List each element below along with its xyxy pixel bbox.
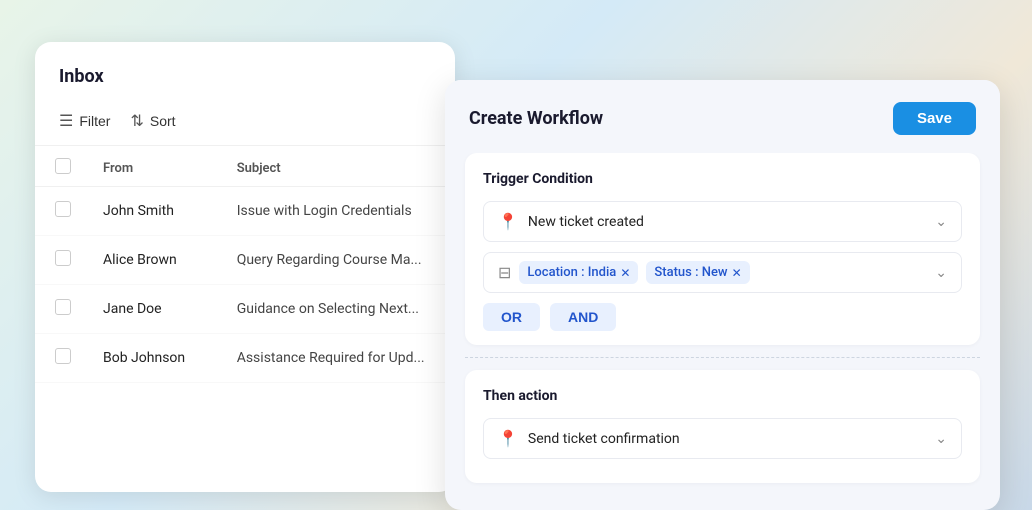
trigger-section: Trigger Condition 📍 New ticket created ⌄… (465, 153, 980, 345)
row-subject-3: Assistance Required for Upd... (221, 334, 455, 383)
filter-label: Filter (79, 113, 110, 129)
save-button[interactable]: Save (893, 102, 976, 135)
row-checkbox-1[interactable] (55, 250, 71, 266)
row-from-0: John Smith (87, 187, 221, 236)
workflow-body: Trigger Condition 📍 New ticket created ⌄… (445, 153, 1000, 510)
workflow-panel: Create Workflow Save Trigger Condition 📍… (445, 80, 1000, 510)
inbox-panel: Inbox ☰ Filter ⇅ Sort From Subject John … (35, 42, 455, 492)
table-row[interactable]: Bob Johnson Assistance Required for Upd.… (35, 334, 455, 383)
table-row[interactable]: John Smith Issue with Login Credentials (35, 187, 455, 236)
action-dropdown[interactable]: 📍 Send ticket confirmation ⌄ (483, 418, 962, 459)
status-tag[interactable]: Status : New ✕ (646, 261, 749, 284)
action-icon: 📍 (498, 429, 518, 448)
row-subject-2: Guidance on Selecting Next... (221, 285, 455, 334)
subject-header: Subject (221, 146, 455, 187)
action-value: Send ticket confirmation (528, 431, 680, 447)
row-from-2: Jane Doe (87, 285, 221, 334)
row-checkbox-0[interactable] (55, 201, 71, 217)
sort-button[interactable]: ⇅ Sort (130, 107, 175, 135)
action-section: Then action 📍 Send ticket confirmation ⌄ (465, 370, 980, 483)
status-tag-label: Status : New (654, 265, 727, 280)
and-button[interactable]: AND (550, 303, 616, 331)
row-subject-0: Issue with Login Credentials (221, 187, 455, 236)
filter-tags-icon: ⊟ (498, 263, 511, 282)
filter-tags-row[interactable]: ⊟ Location : India ✕ Status : New ✕ ⌄ (483, 252, 962, 293)
row-from-3: Bob Johnson (87, 334, 221, 383)
row-checkbox-2[interactable] (55, 299, 71, 315)
action-chevron-icon: ⌄ (935, 431, 947, 447)
table-row[interactable]: Alice Brown Query Regarding Course Ma... (35, 236, 455, 285)
trigger-dropdown-left: 📍 New ticket created (498, 212, 644, 231)
filter-button[interactable]: ☰ Filter (59, 107, 110, 135)
table-row[interactable]: Jane Doe Guidance on Selecting Next... (35, 285, 455, 334)
filter-tags-left: ⊟ Location : India ✕ Status : New ✕ (498, 261, 935, 284)
trigger-dropdown[interactable]: 📍 New ticket created ⌄ (483, 201, 962, 242)
or-button[interactable]: OR (483, 303, 540, 331)
action-dropdown-left: 📍 Send ticket confirmation (498, 429, 680, 448)
location-tag[interactable]: Location : India ✕ (519, 261, 638, 284)
trigger-chevron-icon: ⌄ (935, 214, 947, 230)
location-tag-close[interactable]: ✕ (620, 266, 630, 280)
row-checkbox-3[interactable] (55, 348, 71, 364)
trigger-value: New ticket created (528, 214, 644, 230)
row-from-1: Alice Brown (87, 236, 221, 285)
row-subject-1: Query Regarding Course Ma... (221, 236, 455, 285)
inbox-table: From Subject John Smith Issue with Login… (35, 146, 455, 383)
inbox-title: Inbox (35, 42, 455, 97)
status-tag-close[interactable]: ✕ (732, 266, 742, 280)
workflow-header: Create Workflow Save (445, 80, 1000, 153)
trigger-icon: 📍 (498, 212, 518, 231)
select-all-checkbox[interactable] (55, 158, 71, 174)
logic-buttons: OR AND (483, 303, 962, 331)
filter-icon: ☰ (59, 111, 73, 131)
section-divider (465, 357, 980, 358)
inbox-toolbar: ☰ Filter ⇅ Sort (35, 97, 455, 146)
filter-chevron-icon: ⌄ (935, 265, 947, 281)
sort-icon: ⇅ (130, 111, 143, 131)
sort-label: Sort (150, 113, 176, 129)
workflow-title: Create Workflow (469, 108, 603, 129)
action-title: Then action (483, 388, 962, 404)
from-header: From (87, 146, 221, 187)
location-tag-label: Location : India (527, 265, 616, 280)
trigger-title: Trigger Condition (483, 171, 962, 187)
